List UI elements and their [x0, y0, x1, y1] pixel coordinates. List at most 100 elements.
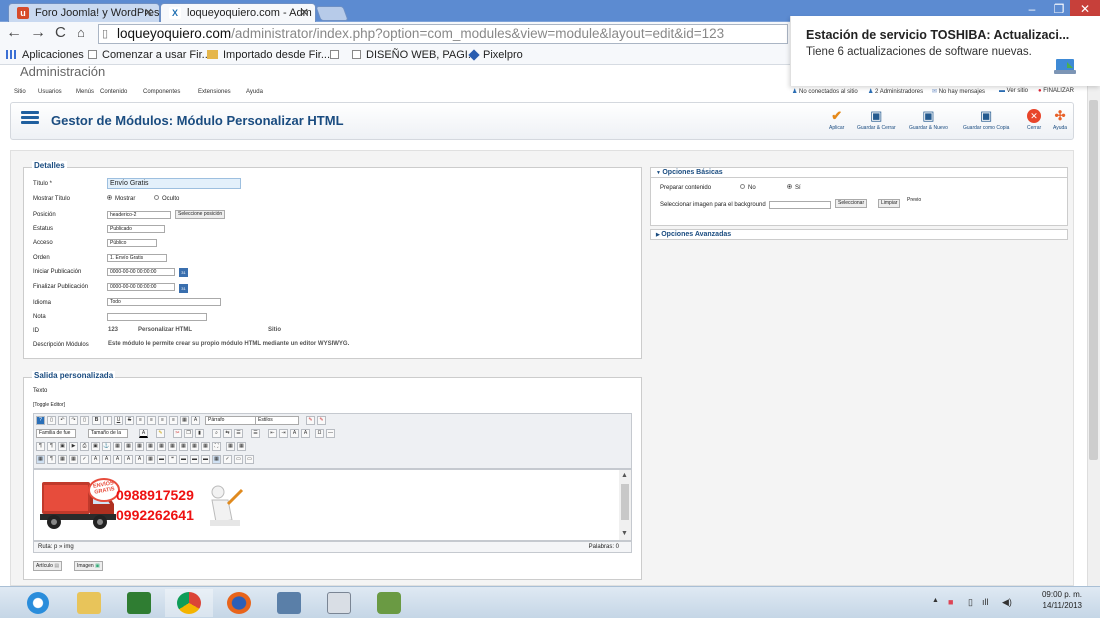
new-tab-button[interactable] — [315, 6, 349, 21]
source-icon[interactable]: ▦ — [226, 442, 235, 451]
ie-taskbar-button[interactable] — [14, 589, 62, 617]
forward-icon[interactable]: → — [30, 24, 46, 42]
redo-icon[interactable]: ↷ — [69, 416, 78, 425]
font-size-select[interactable]: Tamaño de la — [88, 429, 128, 438]
hide-title-radio[interactable]: Oculto — [154, 195, 179, 202]
strikethrough-icon[interactable]: S — [125, 416, 134, 425]
template-icon[interactable]: ▦ — [180, 416, 189, 425]
nonbreaking-icon[interactable]: ▬ — [190, 455, 199, 464]
numbered-list-icon[interactable]: ☰ — [251, 429, 260, 438]
calculator-taskbar-button[interactable] — [315, 589, 363, 617]
pagebreak-icon[interactable]: ▬ — [157, 455, 166, 464]
anchor-icon[interactable]: ⚓ — [102, 442, 111, 451]
font-family-select[interactable]: Familia de fue — [36, 429, 76, 438]
superscript-icon[interactable]: A — [301, 429, 310, 438]
paste-icon[interactable]: ▮ — [195, 429, 204, 438]
close-tab-icon[interactable]: ✕ — [144, 4, 153, 22]
blockquote-icon[interactable]: ❝ — [168, 455, 177, 464]
insert-article-button[interactable]: Artículo ▤ — [33, 561, 63, 571]
spellcheck-icon[interactable]: ✓ — [80, 455, 89, 464]
show-title-radio[interactable]: Mostrar — [107, 195, 135, 202]
menu-extensiones[interactable]: Extensiones — [198, 89, 231, 95]
clear-image-button[interactable]: Limpiar — [878, 199, 901, 208]
spellcheck-icon[interactable]: ✓ — [223, 455, 232, 464]
select-position-button[interactable]: Seleccione posición — [175, 210, 226, 219]
align-center-icon[interactable]: ≡ — [147, 416, 156, 425]
justify-icon[interactable]: ≡ — [169, 416, 178, 425]
table-merge-icon[interactable]: ▦ — [146, 442, 155, 451]
row-props-icon[interactable]: ▦ — [190, 442, 199, 451]
table-delete-icon[interactable]: ▦ — [168, 442, 177, 451]
start-publish-input[interactable]: 0000-00-00 00:00:00 — [107, 268, 175, 276]
toggle-editor-link[interactable]: [Toggle Editor] — [33, 402, 65, 408]
align-left-icon[interactable]: ≡ — [136, 416, 145, 425]
find-icon[interactable]: ⌕ — [212, 429, 221, 438]
access-select[interactable]: Público — [107, 239, 157, 247]
visual-aid-icon[interactable]: ▦ — [36, 455, 45, 464]
frame-edit-icon[interactable]: ▭ — [245, 455, 254, 464]
text-color-icon[interactable]: A — [139, 429, 148, 438]
cell-props-icon[interactable]: ▦ — [179, 442, 188, 451]
abbr-icon[interactable]: A — [91, 455, 100, 464]
url-bar[interactable]: ▯ loqueyoquiero.com/administrator/index.… — [98, 24, 788, 44]
language-select[interactable]: Todo — [107, 298, 221, 306]
attribs-icon[interactable]: A — [135, 455, 144, 464]
bookmark-importado[interactable]: Importado desde Fir... — [207, 48, 330, 63]
tab-foro-joomla[interactable]: u Foro Joomla! y WordPress ✕ — [8, 3, 160, 22]
menu-componentes[interactable]: Componentes — [143, 89, 180, 95]
frame-icon[interactable]: ▭ — [234, 455, 243, 464]
table-icon[interactable]: ▦ — [113, 442, 122, 451]
copy-icon[interactable]: ❐ — [184, 429, 193, 438]
prepare-yes-radio[interactable]: Sí — [787, 184, 801, 191]
calendar-icon[interactable]: 31 — [179, 268, 188, 277]
image-icon[interactable]: ▣ — [58, 442, 67, 451]
menu-contenido[interactable]: Contenido — [100, 89, 127, 95]
help-icon[interactable]: ? — [36, 416, 45, 425]
scroll-down-icon[interactable]: ▼ — [621, 530, 628, 537]
table-col-icon[interactable]: ▦ — [135, 442, 144, 451]
bookmark-comenzar[interactable]: Comenzar a usar Fir... — [88, 48, 211, 63]
apply-button[interactable]: ✔ Aplicar — [829, 109, 844, 132]
omega-icon[interactable]: Ω — [315, 429, 324, 438]
toshiba-notification[interactable]: Estación de servicio TOSHIBA: Actualizac… — [790, 16, 1100, 86]
position-input[interactable]: headerico-2 — [107, 211, 171, 219]
paragraph-mark-icon[interactable]: ¶ — [36, 442, 45, 451]
prepare-no-radio[interactable]: No — [740, 184, 756, 191]
align-right-icon[interactable]: ≡ — [158, 416, 167, 425]
menu-ayuda[interactable]: Ayuda — [246, 89, 263, 95]
status-logout[interactable]: ● FINALIZAR — [1038, 88, 1074, 94]
explorer-taskbar-button[interactable] — [65, 589, 113, 617]
end-publish-input[interactable]: 0000-00-00 00:00:00 — [107, 283, 175, 291]
ins-icon[interactable]: A — [124, 455, 133, 464]
reload-icon[interactable]: C — [55, 24, 66, 42]
scroll-thumb[interactable] — [621, 484, 629, 520]
col-props-icon[interactable]: ▦ — [201, 442, 210, 451]
save-close-button[interactable]: ▣ Guardar & Cerrar — [857, 109, 896, 132]
network-taskbar-button[interactable] — [265, 589, 313, 617]
firefox-taskbar-button[interactable] — [215, 589, 263, 617]
background-image-input[interactable] — [769, 201, 831, 209]
tray-toshiba-icon[interactable]: ■ — [948, 597, 953, 607]
hr-icon[interactable]: — — [326, 429, 335, 438]
status-select[interactable]: Publicado — [107, 225, 165, 233]
italic-icon[interactable]: I — [103, 416, 112, 425]
tray-expand-icon[interactable]: ▲ — [932, 597, 939, 604]
advanced-options-header[interactable]: ▶ Opciones Avanzadas — [650, 229, 1068, 240]
subscript-icon[interactable]: A — [290, 429, 299, 438]
insert-icon[interactable]: A — [191, 416, 200, 425]
bullet-list-icon[interactable]: ☰ — [234, 429, 243, 438]
back-icon[interactable]: ← — [6, 24, 22, 42]
template-icon[interactable]: ▦ — [146, 455, 155, 464]
print-icon[interactable]: ⎙ — [80, 442, 89, 451]
scroll-up-icon[interactable]: ▲ — [621, 472, 628, 479]
menu-sitio[interactable]: Sitio — [14, 89, 26, 95]
word-taskbar-button[interactable] — [115, 589, 163, 617]
layer-icon[interactable]: ▦ — [58, 455, 67, 464]
close-tab-icon[interactable]: ✕ — [300, 4, 309, 22]
cite-icon[interactable]: ▬ — [201, 455, 210, 464]
bold-icon[interactable]: B — [92, 416, 101, 425]
bookmark-pixelpro[interactable]: Pixelpro — [468, 48, 523, 63]
show-blocks-icon[interactable]: ¶ — [47, 455, 56, 464]
editor-content[interactable]: ENVÍOS GRATIS 0988917529 0992262641 ▲ ▼ — [33, 469, 632, 541]
underline-icon[interactable]: U — [114, 416, 123, 425]
